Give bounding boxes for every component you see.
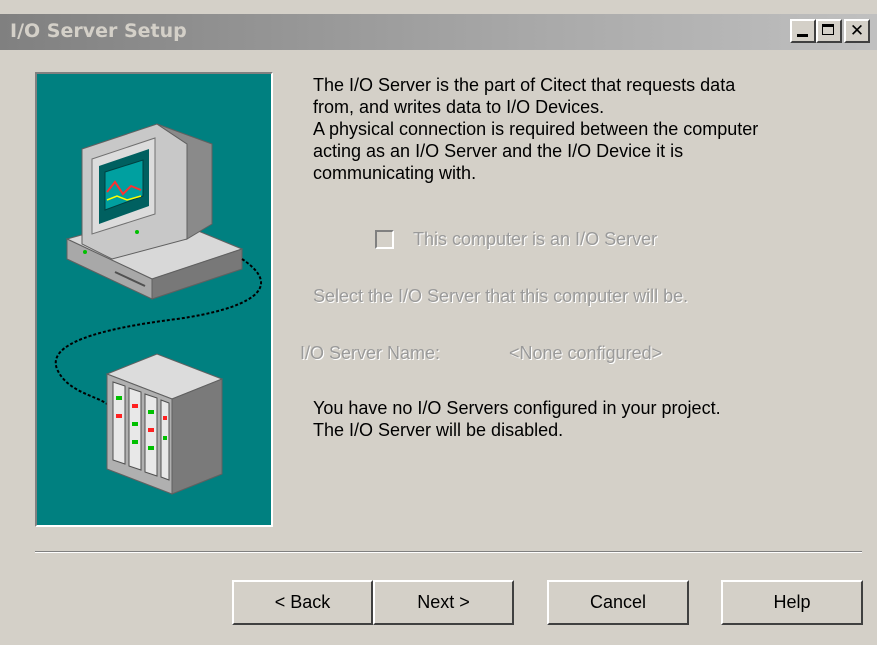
window-title: I/O Server Setup (10, 20, 187, 42)
computer-and-io-device-illustration-icon (54, 123, 263, 495)
wizard-illustration (35, 72, 273, 527)
button-separator (35, 551, 862, 553)
help-button[interactable]: Help (721, 580, 863, 625)
title-bar[interactable]: I/O Server Setup ✕ (0, 14, 877, 50)
description-line: from, and writes data to I/O Devices. (313, 97, 605, 117)
next-button[interactable]: Next > (373, 580, 514, 625)
description-line: acting as an I/O Server and the I/O Devi… (313, 141, 684, 161)
maximize-icon (822, 24, 834, 35)
io-server-checkbox-label[interactable]: This computer is an I/O Server (413, 229, 657, 250)
select-io-server-text: Select the I/O Server that this computer… (313, 286, 689, 306)
description-line: A physical connection is required betwee… (313, 119, 759, 139)
io-server-checkbox[interactable] (375, 230, 394, 249)
io-server-name-label: I/O Server Name: (300, 343, 441, 363)
minimize-icon (797, 34, 808, 37)
description-line: The I/O Server is the part of Citect tha… (313, 75, 736, 95)
back-button[interactable]: < Back (232, 580, 373, 625)
io-server-name-value: <None configured> (509, 343, 663, 363)
close-button[interactable]: ✕ (844, 19, 870, 43)
note-line: You have no I/O Servers configured in yo… (313, 398, 721, 418)
dialog-window: I/O Server Setup ✕ The I/O Server is the… (0, 0, 877, 645)
note-line: The I/O Server will be disabled. (313, 420, 564, 440)
cancel-button[interactable]: Cancel (547, 580, 689, 625)
description-line: communicating with. (313, 163, 477, 183)
minimize-button[interactable] (790, 19, 816, 43)
maximize-button[interactable] (816, 19, 842, 43)
close-icon: ✕ (849, 21, 865, 41)
description-text: The I/O Server is the part of Citect tha… (313, 74, 853, 184)
no-io-servers-note: You have no I/O Servers configured in yo… (313, 397, 721, 441)
